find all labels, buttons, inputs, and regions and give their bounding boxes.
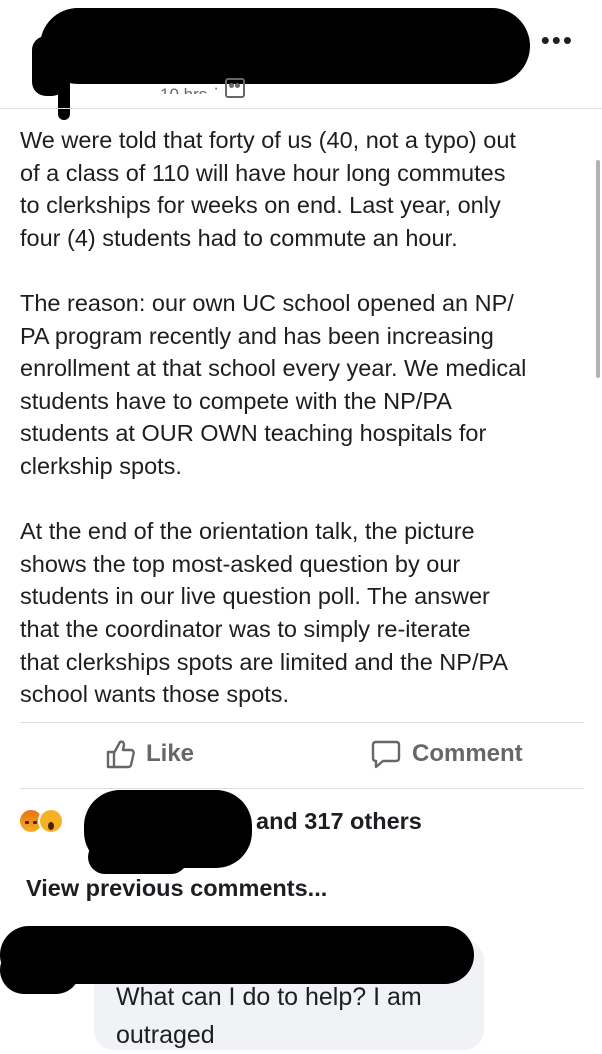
post-timestamp[interactable]: 10 hrs xyxy=(160,82,207,94)
post-text: We were told that forty of us (40, not a… xyxy=(20,124,590,711)
speech-bubble-icon xyxy=(370,738,402,770)
actions-bottom-divider xyxy=(20,788,584,789)
header-divider xyxy=(0,108,602,109)
wow-reaction-icon xyxy=(38,808,64,834)
view-previous-comments-link[interactable]: View previous comments... xyxy=(26,875,327,902)
comment-text: What can I do to help? I am outraged xyxy=(116,983,422,1049)
meta-separator: · xyxy=(213,78,219,97)
comment-button[interactable]: Comment xyxy=(370,738,523,770)
actions-top-divider xyxy=(20,722,584,723)
redacted-stroke xyxy=(58,60,70,120)
redacted-author-name xyxy=(40,8,530,84)
comment-label: Comment xyxy=(412,740,523,767)
reaction-count[interactable]: and 317 others xyxy=(256,808,422,835)
scrollbar[interactable] xyxy=(596,160,600,378)
post-paragraph: The reason: our own UC school opened an … xyxy=(20,289,527,479)
like-label: Like xyxy=(146,740,195,767)
post-meta: 10 hrs · xyxy=(160,78,245,98)
reaction-icons[interactable] xyxy=(18,808,64,834)
thumbs-up-icon xyxy=(104,738,136,770)
friends-audience-icon[interactable] xyxy=(224,78,245,98)
post-paragraph: We were told that forty of us (40, not a… xyxy=(20,127,516,251)
more-options-icon[interactable]: ••• xyxy=(541,27,574,53)
redacted-stroke xyxy=(88,840,188,874)
redacted-commenter-avatar xyxy=(0,946,80,994)
like-button[interactable]: Like xyxy=(104,738,194,770)
post-paragraph: At the end of the orientation talk, the … xyxy=(20,518,509,708)
